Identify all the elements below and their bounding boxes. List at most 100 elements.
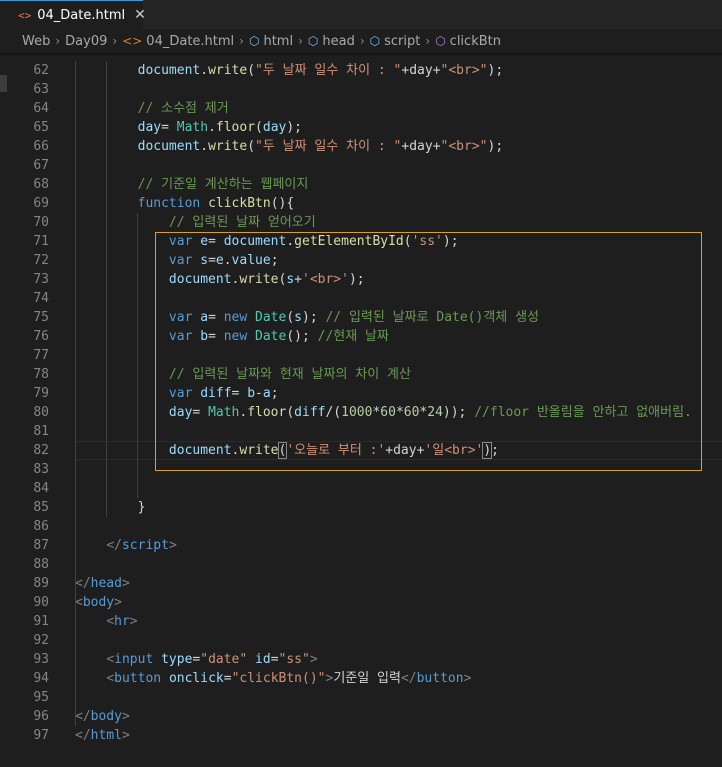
line-number: 76 (33, 329, 49, 344)
gutter-change-marker (0, 75, 7, 92)
code-text: // 기준일 계산하는 웹페이지 (75, 175, 309, 194)
code-token: > (121, 576, 130, 591)
line-number: 82 (33, 443, 49, 458)
breadcrumb-item-clickbtn[interactable]: ⬡ clickBtn (435, 34, 501, 49)
code-token: "clickBtn()" (231, 671, 326, 686)
chevron-right-icon: › (425, 34, 431, 48)
breadcrumb-item-html[interactable]: ⬡ html (249, 34, 293, 49)
code-token: "<br>" (440, 63, 488, 78)
breadcrumb-item-head[interactable]: ⬡ head (308, 34, 355, 49)
code-token: ); (487, 63, 504, 78)
code-line[interactable]: 84 (0, 479, 722, 498)
code-line[interactable]: 69 function clickBtn(){ (0, 194, 722, 213)
code-line[interactable]: 89 </head> (0, 574, 722, 593)
code-line[interactable]: 85 } (0, 498, 722, 517)
code-token: = (223, 671, 232, 686)
line-number: 92 (33, 633, 49, 648)
code-editor[interactable]: 62 document.write("두 날짜 일수 차이 : "+day+"<… (0, 53, 722, 767)
code-text: document.write("두 날짜 일수 차이 : "+day+"<br>… (75, 61, 504, 80)
code-token: < (106, 671, 115, 686)
code-line[interactable]: 94 <button onclick="clickBtn()">기준일 입력</… (0, 669, 722, 688)
code-token: write (208, 139, 248, 154)
line-number: 80 (33, 405, 49, 420)
code-text: </script> (75, 536, 177, 555)
code-line[interactable]: 88 (0, 555, 722, 574)
code-line[interactable]: 90 <body> (0, 593, 722, 612)
breadcrumb-item-web[interactable]: Web (22, 34, 50, 49)
indent-guide (75, 612, 76, 726)
code-token: ( (255, 120, 263, 135)
element-cube-icon: ⬡ (369, 34, 381, 48)
code-line[interactable]: 68 // 기준일 계산하는 웹페이지 (0, 175, 722, 194)
indent-guide-active (137, 213, 138, 498)
line-number: 68 (33, 177, 49, 192)
code-line[interactable]: 92 (0, 631, 722, 650)
editor-tab-04-date-html[interactable]: <> 04_Date.html ✕ (0, 0, 146, 29)
breadcrumb-item-04-date-html[interactable]: <> 04_Date.html (122, 34, 234, 49)
method-cube-icon: ⬡ (435, 34, 446, 48)
code-line[interactable]: 86 (0, 517, 722, 536)
code-token: > (309, 652, 318, 667)
code-token: script (121, 538, 169, 553)
code-line[interactable]: 63 (0, 80, 722, 99)
line-number: 86 (33, 519, 49, 534)
code-token: < (106, 652, 115, 667)
line-number: 62 (33, 63, 49, 78)
line-number: 77 (33, 348, 49, 363)
code-text: function clickBtn(){ (75, 194, 295, 213)
code-line[interactable]: 64 // 소수점 제거 (0, 99, 722, 118)
breadcrumb-item-day09[interactable]: Day09 (65, 34, 107, 49)
code-line[interactable]: 97 </html> (0, 726, 722, 745)
code-token: type (161, 652, 193, 667)
code-line[interactable]: 93 <input type="date" id="ss"> (0, 650, 722, 669)
code-line[interactable]: 70 // 입력된 날짜 얻어오기 (0, 213, 722, 232)
close-icon[interactable]: ✕ (134, 7, 146, 23)
code-token: +day+ (401, 63, 441, 78)
code-line[interactable]: 87 </script> (0, 536, 722, 555)
code-line[interactable]: 96 </body> (0, 707, 722, 726)
breadcrumb-item-script[interactable]: ⬡ script (370, 34, 421, 49)
line-number: 84 (33, 481, 49, 496)
code-token: ( (247, 63, 256, 78)
code-text: <body> (75, 593, 122, 612)
line-number: 83 (33, 462, 49, 477)
code-token: onclick (168, 671, 224, 686)
code-token: > (114, 595, 122, 610)
breadcrumb-label: script (384, 33, 421, 49)
code-line[interactable]: 66 document.write("두 날짜 일수 차이 : "+day+"<… (0, 137, 722, 156)
code-line[interactable]: 65 day= Math.floor(day); (0, 118, 722, 137)
code-token: > (168, 538, 177, 553)
code-text: <button onclick="clickBtn()">기준일 입력</but… (75, 669, 471, 688)
code-token: . (200, 63, 209, 78)
code-token: </ (106, 538, 122, 553)
code-token: = (161, 120, 177, 135)
code-token: </ (75, 576, 91, 591)
code-token: // 기준일 계산하는 웹페이지 (137, 177, 309, 192)
code-token: "두 날짜 일수 차이 : " (255, 63, 402, 78)
code-token: "date" (200, 652, 248, 667)
code-token: Math (176, 120, 209, 135)
chevron-right-icon: › (359, 34, 365, 48)
code-token: </ (75, 728, 91, 743)
code-line[interactable]: 67 (0, 156, 722, 175)
code-token: "두 날짜 일수 차이 : " (255, 139, 402, 154)
code-line[interactable]: 95 (0, 688, 722, 707)
code-token: head (90, 576, 122, 591)
code-line[interactable]: 62 document.write("두 날짜 일수 차이 : "+day+"<… (0, 61, 722, 80)
code-text: </head> (75, 574, 130, 593)
html-file-icon: <> (122, 34, 143, 48)
breadcrumb-label: html (263, 33, 294, 49)
indent-guide (106, 61, 107, 517)
chevron-right-icon: › (112, 34, 118, 48)
code-token: button (416, 671, 464, 686)
line-number: 87 (33, 538, 49, 553)
line-number: 90 (33, 595, 49, 610)
code-line[interactable]: 91 <hr> (0, 612, 722, 631)
code-token: hr (114, 614, 130, 629)
code-token: input (114, 652, 154, 667)
